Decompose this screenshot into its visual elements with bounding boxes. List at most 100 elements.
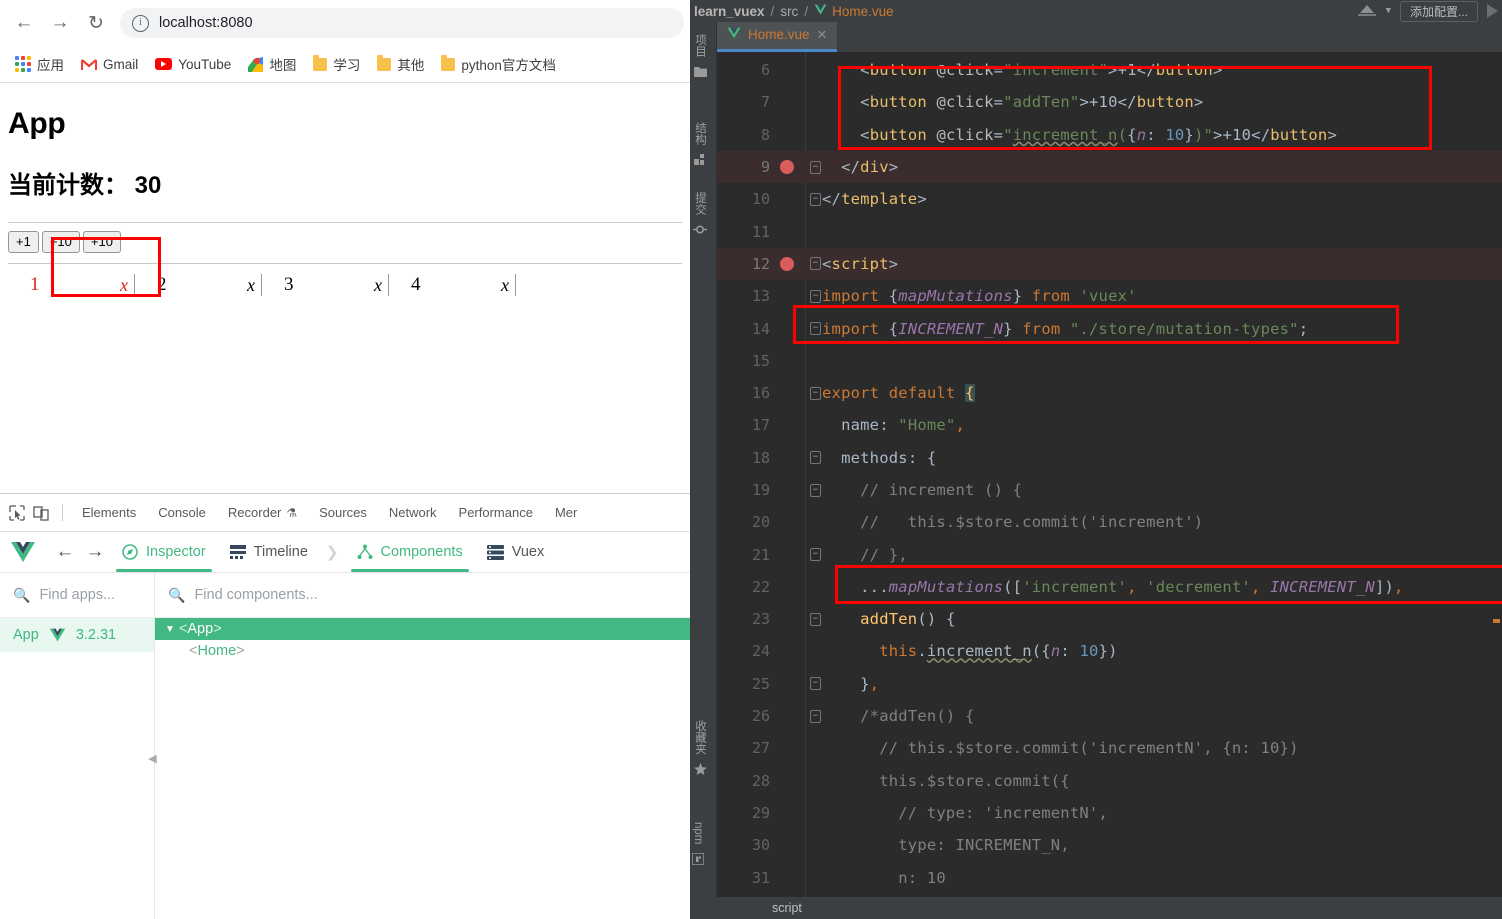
editor-scrollbar[interactable] — [1490, 52, 1502, 897]
code-lines-container[interactable]: 6 <button @click="increment">+1</button>… — [717, 52, 1502, 897]
devtools-tab-recorder[interactable]: Recorder ⚗ — [217, 494, 308, 531]
code-line[interactable]: 7 <button @click="addTen">+10</button> — [717, 86, 1502, 118]
tool-window-project[interactable]: 项目 — [692, 28, 708, 83]
code-line[interactable]: 11 — [717, 215, 1502, 247]
vue-tab-components[interactable]: Components — [345, 532, 475, 572]
component-tree-node-home[interactable]: <Home> — [155, 640, 690, 662]
code-fold-icon[interactable]: − — [810, 612, 821, 626]
find-components-input[interactable]: 🔍 Find components... — [155, 573, 690, 618]
code-line[interactable]: 23 − addTen() { — [717, 603, 1502, 635]
code-line[interactable]: 15 — [717, 345, 1502, 377]
code-line[interactable]: 30 type: INCREMENT_N, — [717, 829, 1502, 861]
breakpoint-icon[interactable] — [780, 160, 794, 175]
code-line[interactable]: 16− export default { — [717, 377, 1502, 409]
code-fold-icon[interactable]: − — [810, 483, 821, 497]
code-line[interactable]: 19− // increment () { — [717, 474, 1502, 506]
code-fold-icon[interactable]: − — [810, 709, 821, 723]
code-line[interactable]: 22 ...mapMutations(['increment', 'decrem… — [717, 571, 1502, 603]
code-fold-icon[interactable]: − — [810, 548, 821, 562]
forward-icon[interactable]: → — [42, 5, 78, 41]
vue-tab-timeline[interactable]: Timeline — [218, 532, 320, 572]
bookmark-youtube[interactable]: YouTube — [148, 53, 238, 76]
code-line[interactable]: 12 − <script> — [717, 247, 1502, 281]
code-line[interactable]: 25 − }, — [717, 668, 1502, 700]
add-configuration-button[interactable]: 添加配置... — [1399, 0, 1478, 22]
app-list-item[interactable]: App 3.2.31 — [0, 618, 154, 652]
breadcrumb-project[interactable]: learn_vuex — [694, 4, 765, 19]
chevron-down-icon[interactable]: ▼ — [1386, 6, 1391, 16]
tool-window-favorites[interactable]: 收藏夹 — [692, 714, 708, 782]
remove-item-icon[interactable]: x — [374, 274, 389, 296]
code-line[interactable]: 29 // type: 'incrementN', — [717, 797, 1502, 829]
breadcrumb-folder[interactable]: src — [780, 4, 798, 19]
breakpoint-icon[interactable] — [780, 256, 794, 271]
code-line[interactable]: 6 <button @click="increment">+1</button> — [717, 54, 1502, 86]
find-apps-input[interactable]: 🔍 Find apps... — [0, 573, 154, 618]
vue-forward-icon[interactable]: → — [80, 537, 110, 567]
code-fold-icon[interactable]: − — [810, 322, 821, 336]
code-line[interactable]: 8 <button @click="increment_n({n: 10})">… — [717, 119, 1502, 151]
remove-item-icon[interactable]: x — [120, 274, 135, 296]
breadcrumb-file[interactable]: Home.vue — [832, 4, 894, 19]
code-line-text: // this.$store.commit('increment') — [860, 513, 1204, 532]
code-line[interactable]: 13 − import {mapMutations} from 'vuex' — [717, 280, 1502, 312]
reload-icon[interactable]: ↻ — [78, 5, 114, 41]
code-fold-icon[interactable]: − — [810, 677, 821, 691]
component-tree-node-app[interactable]: ▼ <App> — [155, 618, 690, 640]
code-fold-icon[interactable]: − — [810, 257, 821, 271]
vue-back-icon[interactable]: ← — [50, 537, 80, 567]
code-line[interactable]: 31 n: 10 — [717, 861, 1502, 893]
address-bar[interactable]: i localhost:8080 — [120, 8, 684, 38]
remove-item-icon[interactable]: x — [501, 274, 516, 296]
code-fold-icon[interactable]: − — [810, 192, 821, 206]
bookmark-gmail[interactable]: Gmail — [74, 53, 145, 76]
chevron-right-icon[interactable]: ❯ — [320, 543, 345, 561]
code-fold-icon[interactable]: − — [810, 386, 821, 400]
code-line[interactable]: 26− /*addTen() { — [717, 700, 1502, 732]
bookmark-maps[interactable]: 地图 — [241, 50, 303, 78]
code-line[interactable]: 17 name: "Home", — [717, 409, 1502, 441]
tool-window-structure[interactable]: 结构 — [692, 116, 708, 171]
info-circle-icon[interactable]: i — [132, 14, 149, 32]
code-fold-icon[interactable]: − — [810, 289, 821, 303]
bookmark-study-folder[interactable]: 学习 — [306, 50, 367, 78]
devtools-tab-performance[interactable]: Performance — [448, 494, 544, 531]
increment-button[interactable]: +1 — [8, 231, 39, 253]
code-line[interactable]: 18 − methods: { — [717, 442, 1502, 474]
increment-n-button[interactable]: +10 — [82, 231, 121, 253]
add-ten-button[interactable]: +10 — [41, 231, 80, 253]
chevron-down-icon[interactable]: ▼ — [165, 624, 175, 635]
pane-resize-handle[interactable]: ◀ — [148, 748, 156, 770]
device-toolbar-icon[interactable] — [30, 502, 52, 524]
tool-window-commit[interactable]: 提交 — [692, 186, 708, 241]
devtools-tab-memory[interactable]: Mer — [544, 494, 588, 531]
back-icon[interactable]: ← — [6, 5, 42, 41]
run-triangle-icon[interactable] — [1487, 4, 1498, 18]
bookmark-python-docs-folder[interactable]: python官方文档 — [434, 50, 563, 78]
code-line[interactable]: 20 // this.$store.commit('increment') — [717, 506, 1502, 538]
code-line[interactable]: 28 this.$store.commit({ — [717, 765, 1502, 797]
vue-tab-vuex[interactable]: Vuex — [475, 532, 557, 572]
vue-tab-inspector[interactable]: Inspector — [110, 532, 218, 572]
code-fold-icon[interactable]: − — [810, 451, 821, 465]
code-line[interactable]: 24 this.increment_n({n: 10}) — [717, 635, 1502, 667]
devtools-tab-console[interactable]: Console — [147, 494, 217, 531]
code-line[interactable]: 21 − // }, — [717, 538, 1502, 570]
inspect-element-icon[interactable] — [6, 502, 28, 524]
remove-item-icon[interactable]: x — [247, 274, 262, 296]
bookmark-apps[interactable]: 应用 — [8, 50, 71, 78]
code-line[interactable]: 14 − import {INCREMENT_N} from "./store/mu… — [717, 312, 1502, 344]
editor-tab-home-vue[interactable]: Home.vue ✕ — [717, 22, 838, 52]
code-line[interactable]: 9 − </div> — [717, 150, 1502, 184]
tool-window-npm[interactable]: npm — [691, 816, 705, 871]
bookmark-other-folder[interactable]: 其他 — [370, 50, 431, 78]
code-line[interactable]: 27 // this.$store.commit('incrementN', {… — [717, 732, 1502, 764]
maps-icon — [248, 56, 264, 72]
devtools-tab-network[interactable]: Network — [378, 494, 448, 531]
code-line[interactable]: 10 − </template> — [717, 183, 1502, 215]
upload-icon[interactable] — [1357, 2, 1377, 20]
code-fold-icon[interactable]: − — [810, 160, 821, 174]
devtools-tab-elements[interactable]: Elements — [71, 494, 147, 531]
devtools-tab-sources[interactable]: Sources — [308, 494, 378, 531]
close-icon[interactable]: ✕ — [817, 27, 828, 43]
